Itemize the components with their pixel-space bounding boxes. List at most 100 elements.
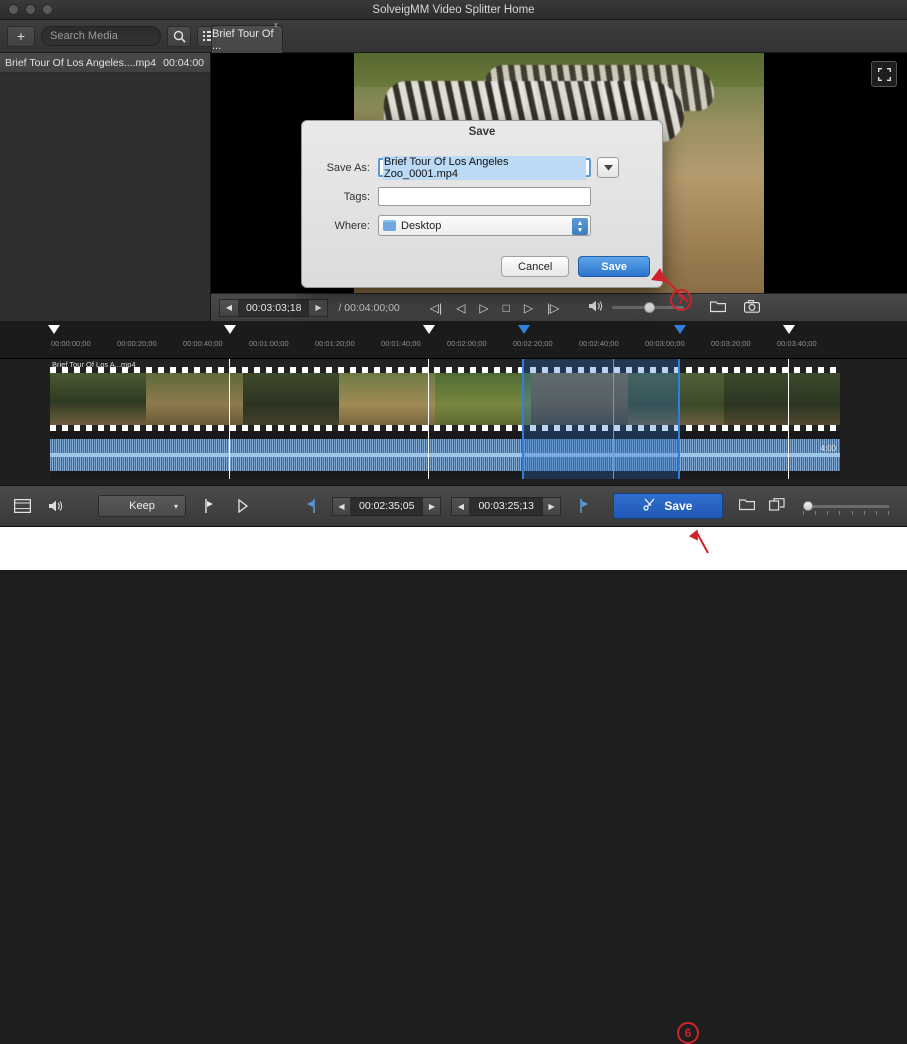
player-extra-icons [710,299,761,316]
where-label: Where: [334,219,370,232]
save-dialog[interactable]: Save Save As: Brief Tour Of Los Angeles … [301,120,663,288]
timeline-panel: 00:00:00;00 00:00:20;00 00:00:40;00 00:0… [0,321,907,485]
folder-icon [383,220,396,231]
fullscreen-icon[interactable] [871,61,897,87]
where-select[interactable]: Desktop ▲ ▼ [378,215,591,236]
save-as-value: Brief Tour Of Los Angeles Zoo_0001.mp4 [383,155,586,180]
stop-icon[interactable]: □ [503,301,510,315]
tick-label: 00:02:20;00 [513,339,553,348]
timeline-tick-labels: 00:00:00;00 00:00:20;00 00:00:40;00 00:0… [0,339,907,359]
timeline-clip[interactable]: Brief Tour Of Los A...mp4 4:00 [50,359,840,479]
timeline-zoom-ticks [802,510,889,515]
where-value: Desktop [401,219,442,232]
audio-waveform [50,431,840,479]
start-time-prev-button[interactable]: ◀ [332,496,351,516]
next-frame-group-icon[interactable]: |▷ [547,301,559,315]
timeline-ruler[interactable]: 00:00:00;00 00:00:20;00 00:00:40;00 00:0… [0,321,907,359]
tab-brief-tour[interactable]: Brief Tour Of ... [211,25,283,53]
set-marker-icon[interactable] [198,495,220,517]
thumbnail [338,373,435,425]
thumbnail [50,373,147,425]
step-forward-icon[interactable]: ▷ [524,301,533,315]
tick-label: 00:01:40;00 [381,339,421,348]
tags-input[interactable] [378,187,591,206]
timeline-cut-line[interactable] [229,359,230,479]
end-marker-icon[interactable] [573,495,595,517]
tick-label: 00:03:40;00 [777,339,817,348]
add-marker-icon[interactable] [300,495,322,517]
open-folder-icon[interactable] [710,300,727,316]
tab-close-icon[interactable]: x [274,22,278,29]
search-placeholder-text: Search Media [50,30,118,42]
timeline-view-icon[interactable] [10,495,34,517]
play-fragment-icon[interactable] [232,495,254,517]
tick-label: 00:00:40;00 [183,339,223,348]
timeline-clip-area[interactable]: Brief Tour Of Los A...mp4 4:00 [0,359,907,485]
media-item-duration: 00:04:00 [163,56,204,69]
save-dialog-body: Save As: Brief Tour Of Los Angeles Zoo_0… [302,143,662,236]
tick-label: 00:00:00;00 [51,339,91,348]
tick-label: 00:02:40;00 [579,339,619,348]
media-library-sidebar: Brief Tour Of Los Angeles....mp4 00:04:0… [0,53,211,321]
start-time-next-button[interactable]: ▶ [422,496,442,516]
timeline-marker[interactable] [48,325,60,334]
timeline-clip-end-label: 4:00 [820,444,836,453]
fragment-start-time[interactable]: 00:02:35;05 [351,496,423,516]
timeline-marker[interactable] [423,325,435,334]
media-toolbar: + Search Media Brief Tour Of ... x [0,20,907,53]
tick-label: 00:02:00;00 [447,339,487,348]
save-dialog-buttons: Cancel Save [501,256,650,277]
timeline-selection-end-marker[interactable] [674,325,686,334]
bottom-bar: Keep ▾ ◀ 00:02:35;05 ▶ ◀ 00:03:25;13 ▶ S… [0,485,907,1044]
transport-controls: ◁| ◁ ▷ □ ▷ |▷ [430,301,560,315]
timeline-selection-start-marker[interactable] [518,325,530,334]
time-increment-button[interactable]: ▶ [308,298,329,317]
callout-step-7: 7 [670,289,692,311]
save-button[interactable]: Save [612,493,723,519]
timeline-cut-line[interactable] [788,359,789,479]
timeline-selection-region[interactable] [522,359,680,479]
prev-frame-group-icon[interactable]: ◁| [430,301,442,315]
player-controls: ◀ 00:03:03;18 ▶ / 00:04:00;00 ◁| ◁ ▷ □ ▷… [211,293,907,321]
timeline-marker[interactable] [783,325,795,334]
timeline-marker[interactable] [224,325,236,334]
tab-label: Brief Tour Of ... [212,27,274,52]
camera-snapshot-icon[interactable] [744,299,761,316]
end-time-prev-button[interactable]: ◀ [451,496,471,516]
tick-label: 00:03:20;00 [711,339,751,348]
window-title: SolveigMM Video Splitter Home [372,3,535,16]
fragment-start-group[interactable]: ◀ 00:02:35;05 ▶ [332,496,442,516]
chevron-down-icon[interactable] [597,157,619,178]
media-list-item[interactable]: Brief Tour Of Los Angeles....mp4 00:04:0… [0,53,210,73]
export-icon[interactable] [768,498,785,514]
time-decrement-button[interactable]: ◀ [219,298,239,317]
keep-mode-dropdown[interactable]: Keep ▾ [98,495,186,517]
speaker-icon[interactable] [44,495,68,517]
save-button-label: Save [664,499,693,513]
tick-label: 00:01:00;00 [249,339,289,348]
add-media-button[interactable]: + [7,25,35,47]
updown-arrows-icon[interactable]: ▲ ▼ [572,218,588,235]
fragment-end-group[interactable]: ◀ 00:03:25;13 ▶ [451,496,561,516]
save-as-input[interactable]: Brief Tour Of Los Angeles Zoo_0001.mp4 [378,155,591,180]
play-icon[interactable]: ▷ [479,301,488,315]
bottom-right-icons [738,498,889,515]
timeline-cut-line[interactable] [428,359,429,479]
callout-arrow-6 [688,529,709,554]
tick-label: 00:03:00;00 [645,339,685,348]
thumbnail [242,373,339,425]
fragment-end-time[interactable]: 00:03:25;13 [470,496,542,516]
media-item-name: Brief Tour Of Los Angeles....mp4 [5,56,156,69]
timeline-zoom-slider[interactable] [802,500,889,515]
search-icon[interactable] [167,25,191,47]
end-time-next-button[interactable]: ▶ [541,496,561,516]
media-library-empty-space [0,73,210,321]
step-back-icon[interactable]: ◁ [456,301,465,315]
search-input[interactable]: Search Media [41,26,161,46]
timeline-zoom-knob[interactable] [802,500,813,511]
player-current-time[interactable]: 00:03:03;18 [239,298,309,317]
cancel-button[interactable]: Cancel [501,256,570,277]
player-time-group[interactable]: ◀ 00:03:03;18 ▶ [219,298,329,317]
open-folder-icon[interactable] [738,498,756,514]
speaker-icon[interactable] [589,300,604,315]
